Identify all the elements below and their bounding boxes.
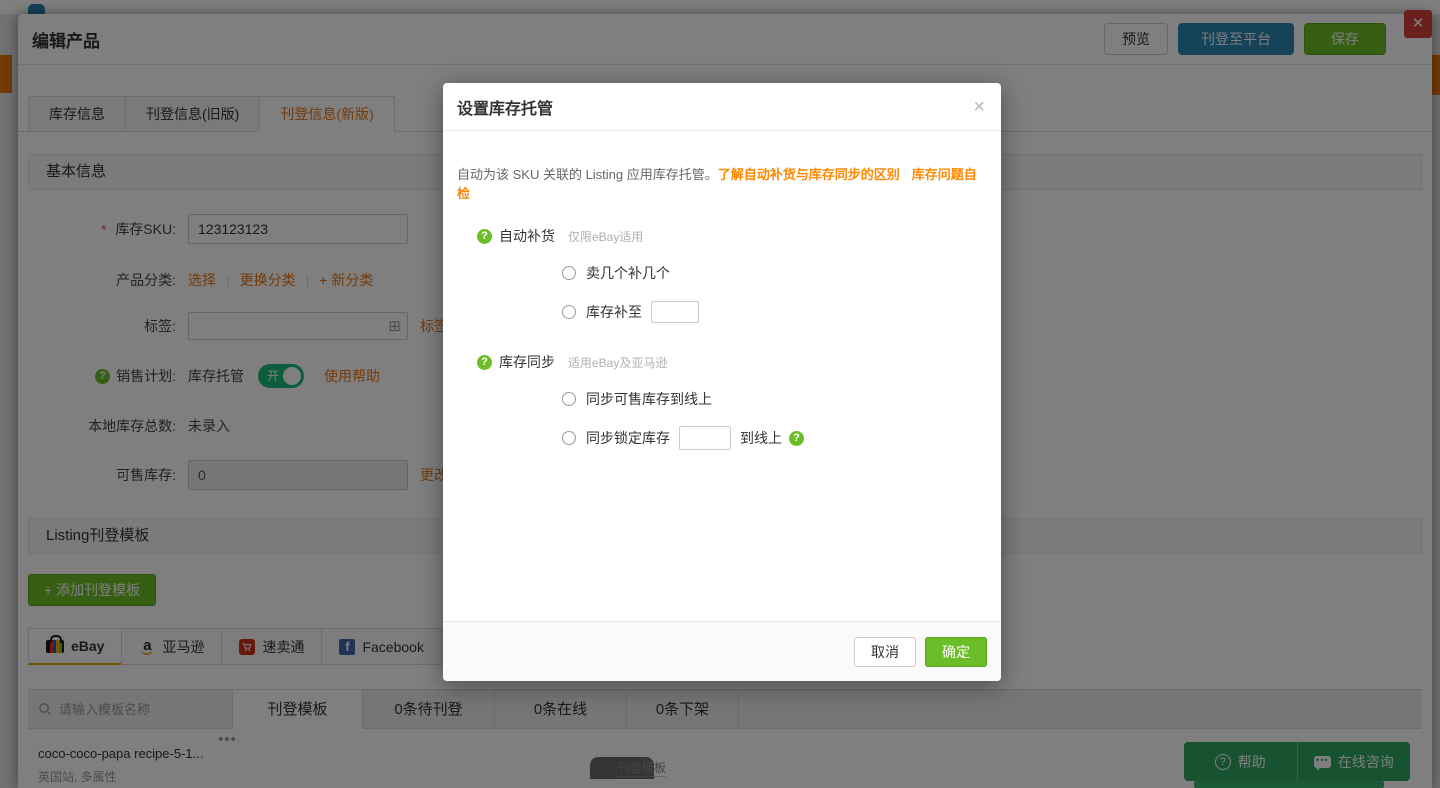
modal-title: 设置库存托管 bbox=[457, 95, 553, 119]
radio-sync-locked[interactable] bbox=[562, 431, 576, 445]
option-sync-sellable: 同步可售库存到线上 bbox=[562, 387, 987, 411]
sync-locked-input[interactable] bbox=[679, 426, 731, 450]
option-sync-locked: 同步锁定库存 到线上 bbox=[562, 426, 987, 450]
radio-replenish-sold[interactable] bbox=[562, 266, 576, 280]
auto-replenish-hint: 仅限eBay适用 bbox=[568, 228, 643, 245]
help-icon[interactable] bbox=[477, 355, 492, 370]
learn-difference-link[interactable]: 了解自动补货与库存同步的区别 bbox=[718, 167, 900, 182]
option-replenish-sold: 卖几个补几个 bbox=[562, 261, 987, 285]
option-replenish-to: 库存补至 bbox=[562, 300, 987, 324]
replenish-to-input[interactable] bbox=[651, 301, 699, 323]
auto-replenish-label: 自动补货 bbox=[499, 226, 555, 246]
auto-replenish-section: 自动补货 仅限eBay适用 bbox=[457, 226, 987, 246]
stock-sync-hint: 适用eBay及亚马逊 bbox=[568, 354, 667, 371]
stock-sync-section: 库存同步 适用eBay及亚马逊 bbox=[457, 352, 987, 372]
radio-replenish-to[interactable] bbox=[562, 305, 576, 319]
modal-footer: 取消 确定 bbox=[443, 621, 1001, 681]
radio-sync-sellable[interactable] bbox=[562, 392, 576, 406]
help-icon[interactable] bbox=[789, 431, 804, 446]
inventory-hosting-modal: 设置库存托管 × 自动为该 SKU 关联的 Listing 应用库存托管。了解自… bbox=[443, 83, 1001, 681]
modal-header: 设置库存托管 × bbox=[443, 83, 1001, 131]
help-icon[interactable] bbox=[477, 229, 492, 244]
cancel-button[interactable]: 取消 bbox=[854, 637, 916, 667]
modal-intro: 自动为该 SKU 关联的 Listing 应用库存托管。了解自动补货与库存同步的… bbox=[457, 164, 987, 202]
stock-sync-label: 库存同步 bbox=[499, 352, 555, 372]
confirm-button[interactable]: 确定 bbox=[925, 637, 987, 667]
modal-body: 自动为该 SKU 关联的 Listing 应用库存托管。了解自动补货与库存同步的… bbox=[443, 131, 1001, 621]
modal-close-icon[interactable]: × bbox=[973, 97, 985, 117]
